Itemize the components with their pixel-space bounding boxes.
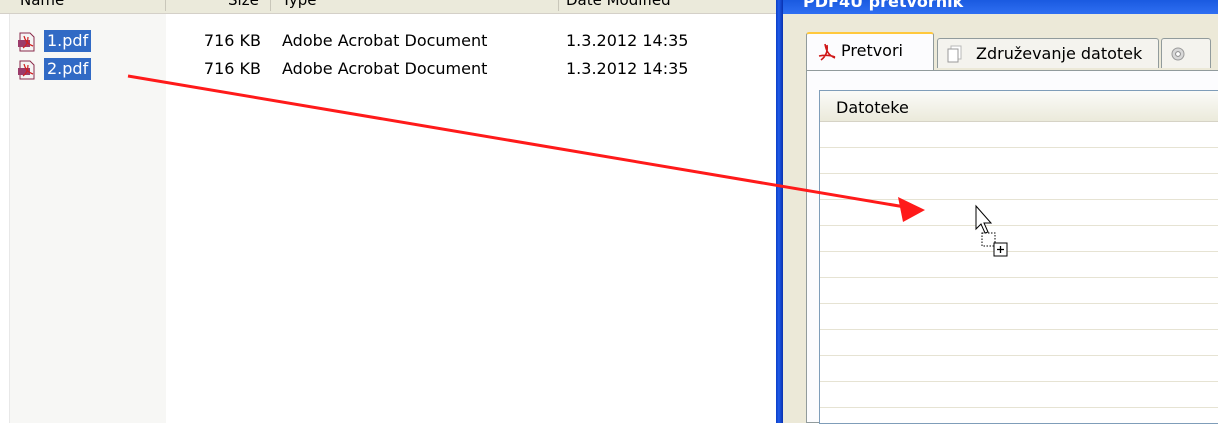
file-drop-list[interactable]: Datoteke (819, 90, 1218, 424)
file-name[interactable]: 1.pdf (44, 30, 92, 52)
tab-label: Združevanje datotek (976, 44, 1143, 63)
window-title: PDF4U pretvornik (803, 0, 964, 11)
list-header[interactable]: Datoteke (820, 91, 1218, 122)
column-separator[interactable] (558, 0, 559, 11)
column-header-size[interactable]: Size (228, 0, 259, 9)
file-row[interactable]: 1.pdf 716 KB Adobe Acrobat Document 1.3.… (0, 30, 776, 52)
tab-settings[interactable] (1161, 38, 1211, 68)
pdf-file-icon (18, 60, 35, 80)
file-date: 1.3.2012 14:35 (566, 59, 689, 78)
tab-pretvori[interactable]: Pretvori (806, 32, 934, 70)
tab-label: Pretvori (841, 41, 903, 60)
window-titlebar[interactable]: PDF4U pretvornik (783, 0, 1218, 14)
list-header-label: Datoteke (836, 98, 909, 117)
list-rows (820, 122, 1218, 422)
pdf-file-icon (18, 32, 35, 52)
window-frame (776, 0, 783, 423)
file-date: 1.3.2012 14:35 (566, 31, 689, 50)
merge-icon (947, 45, 962, 63)
file-size: 716 KB (203, 59, 261, 78)
file-row[interactable]: 2.pdf 716 KB Adobe Acrobat Document 1.3.… (0, 58, 776, 80)
file-size: 716 KB (203, 31, 261, 50)
file-explorer: Name Size Type Date Modified 1.pdf 716 K… (0, 0, 776, 423)
column-header-type[interactable]: Type (282, 0, 316, 9)
file-type: Adobe Acrobat Document (282, 59, 488, 78)
pdf-icon (818, 43, 836, 61)
file-type: Adobe Acrobat Document (282, 31, 488, 50)
column-header-date[interactable]: Date Modified (566, 0, 671, 9)
tab-strip: Pretvori Združevanje datotek (806, 32, 1211, 72)
column-header-name[interactable]: Name (20, 0, 64, 9)
column-separator[interactable] (270, 0, 271, 11)
tab-merge-files[interactable]: Združevanje datotek (937, 38, 1159, 68)
tab-panel-pretvori: Datoteke (806, 70, 1218, 424)
settings-icon (1171, 47, 1185, 61)
column-separator[interactable] (165, 0, 166, 11)
app-window: PDF4U pretvornik Pretvori Združevanje da… (776, 0, 1218, 424)
column-header: Name Size Type Date Modified (0, 0, 776, 14)
file-name[interactable]: 2.pdf (44, 58, 92, 80)
